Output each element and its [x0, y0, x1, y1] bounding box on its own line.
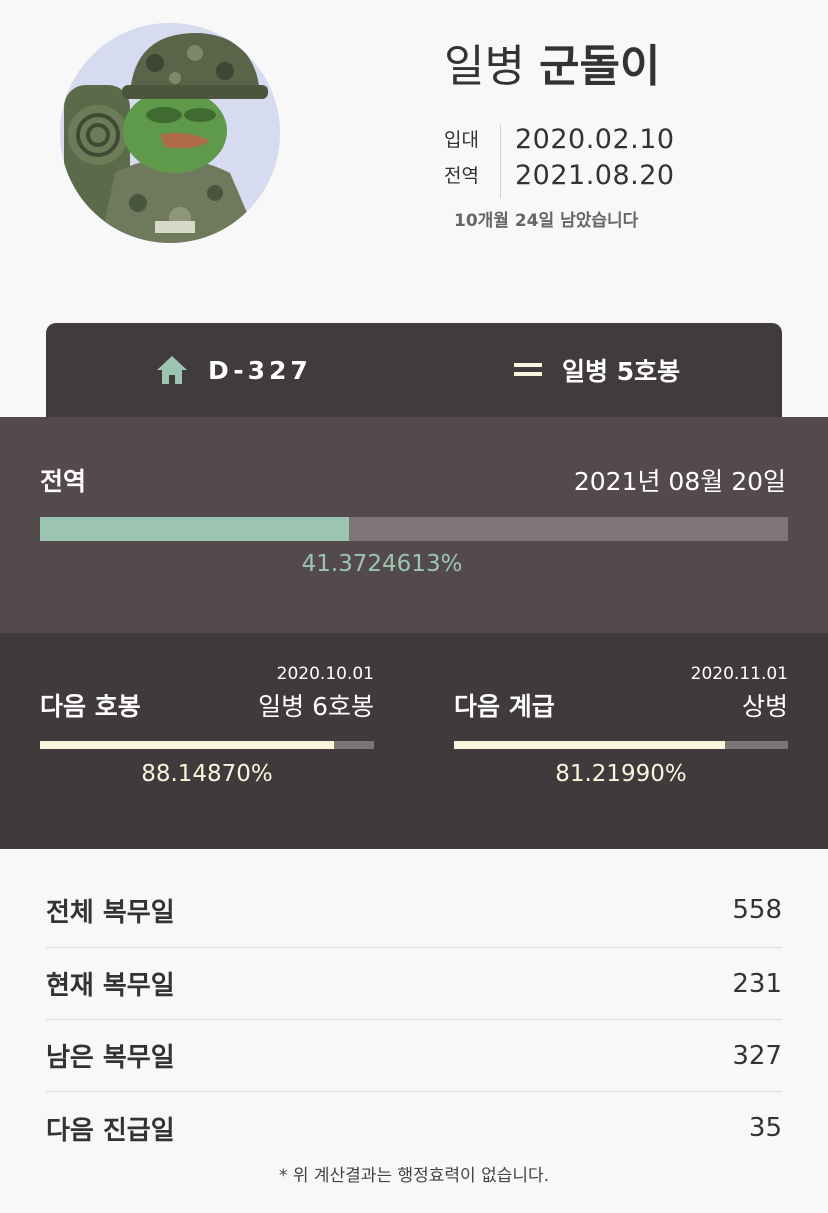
tab-dday[interactable]: D-327: [156, 323, 312, 417]
stat-row-remaining-days: 남은 복무일 327: [46, 1020, 782, 1092]
stat-value: 231: [732, 968, 782, 999]
avatar: [60, 23, 280, 243]
next-paygrade-date: 2020.10.01: [276, 664, 374, 684]
stat-value: 558: [732, 895, 782, 925]
service-stats-list: 전체 복무일 558 현재 복무일 231 남은 복무일 327 다음 진급일 …: [46, 873, 782, 1164]
next-rank-target: 상병: [741, 692, 788, 721]
next-paygrade-progress-bar: [40, 741, 374, 749]
stat-row-total-days: 전체 복무일 558: [46, 873, 782, 948]
home-icon: [156, 355, 188, 385]
remaining-text: 10개월 24일 남았습니다: [454, 211, 639, 231]
discharge-percent: 41.3724613%: [301, 551, 463, 577]
disclaimer: * 위 계산결과는 행정효력이 없습니다.: [278, 1166, 550, 1186]
rank-label: 일병: [444, 41, 525, 92]
service-dates: 입대 전역 2020.02.10 2021.08.20: [444, 122, 684, 198]
discharge-full-date: 2021년 08월 20일: [573, 467, 786, 496]
next-step-section: 2020.10.01 다음 호봉 일병 6호봉 88.14870% 2020.1…: [0, 633, 828, 849]
stat-row-next-promotion: 다음 진급일 35: [46, 1092, 782, 1164]
stat-label: 현재 복무일: [46, 971, 175, 1001]
discharge-progress-section: 전역 2021년 08월 20일 41.3724613%: [0, 417, 828, 633]
current-rank-label: 일병 5호봉: [562, 357, 681, 386]
stat-value: 327: [732, 1040, 782, 1071]
discharge-date: 2021.08.20: [515, 160, 675, 191]
next-rank-panel: 2020.11.01 다음 계급 상병 81.21990%: [454, 633, 788, 849]
next-paygrade-title: 다음 호봉: [40, 692, 141, 721]
page-title: 일병 군돌이: [444, 30, 660, 94]
discharge-label: 전역: [444, 165, 479, 187]
discharge-progress-fill: [40, 517, 350, 541]
next-rank-percent: 81.21990%: [555, 761, 687, 787]
stat-label: 남은 복무일: [46, 1043, 175, 1073]
next-paygrade-progress-fill: [40, 741, 335, 749]
soldier-frog-avatar-image: [60, 23, 280, 243]
enlist-label: 입대: [444, 129, 479, 151]
next-rank-progress-bar: [454, 741, 788, 749]
stat-row-current-days: 현재 복무일 231: [46, 948, 782, 1020]
stat-label: 다음 진급일: [46, 1115, 175, 1146]
discharge-title: 전역: [40, 467, 87, 496]
stat-value: 35: [748, 1113, 782, 1143]
divider: [500, 124, 501, 198]
tab-rank[interactable]: 일병 5호봉: [514, 323, 680, 417]
next-paygrade-percent: 88.14870%: [141, 761, 273, 787]
next-rank-progress-fill: [454, 741, 726, 749]
next-paygrade-panel: 2020.10.01 다음 호봉 일병 6호봉 88.14870%: [40, 633, 374, 849]
tab-bar: D-327 일병 5호봉: [46, 323, 782, 417]
enlist-date: 2020.02.10: [515, 124, 675, 155]
stat-label: 전체 복무일: [46, 897, 175, 928]
rank-stripes-icon: [514, 362, 542, 378]
user-name: 군돌이: [538, 41, 661, 92]
next-paygrade-target: 일병 6호봉: [258, 692, 374, 721]
next-rank-title: 다음 계급: [454, 692, 555, 721]
dday-label: D-327: [208, 355, 312, 385]
discharge-progress-bar: [40, 517, 788, 541]
next-rank-date: 2020.11.01: [690, 664, 788, 684]
